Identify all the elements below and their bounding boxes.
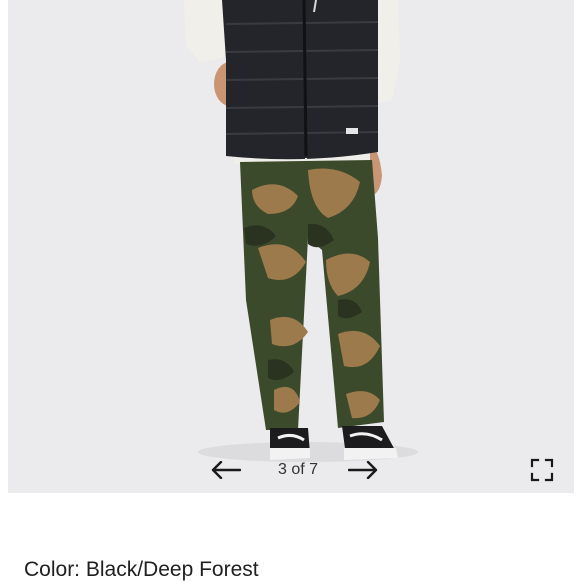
next-image-button[interactable] xyxy=(345,456,381,484)
color-label: Color: xyxy=(24,558,86,581)
fullscreen-button[interactable] xyxy=(528,456,556,484)
arrow-right-icon xyxy=(348,461,378,479)
color-value: Black/Deep Forest xyxy=(85,558,259,581)
product-photo xyxy=(8,0,574,493)
image-counter: 3 of 7 xyxy=(277,461,319,478)
fullscreen-icon xyxy=(530,458,554,482)
product-image-gallery[interactable]: 3 of 7 xyxy=(8,0,574,493)
color-selection-text: Color: Black/Deep Forest xyxy=(24,558,259,582)
previous-image-button[interactable] xyxy=(208,456,244,484)
arrow-left-icon xyxy=(211,461,241,479)
